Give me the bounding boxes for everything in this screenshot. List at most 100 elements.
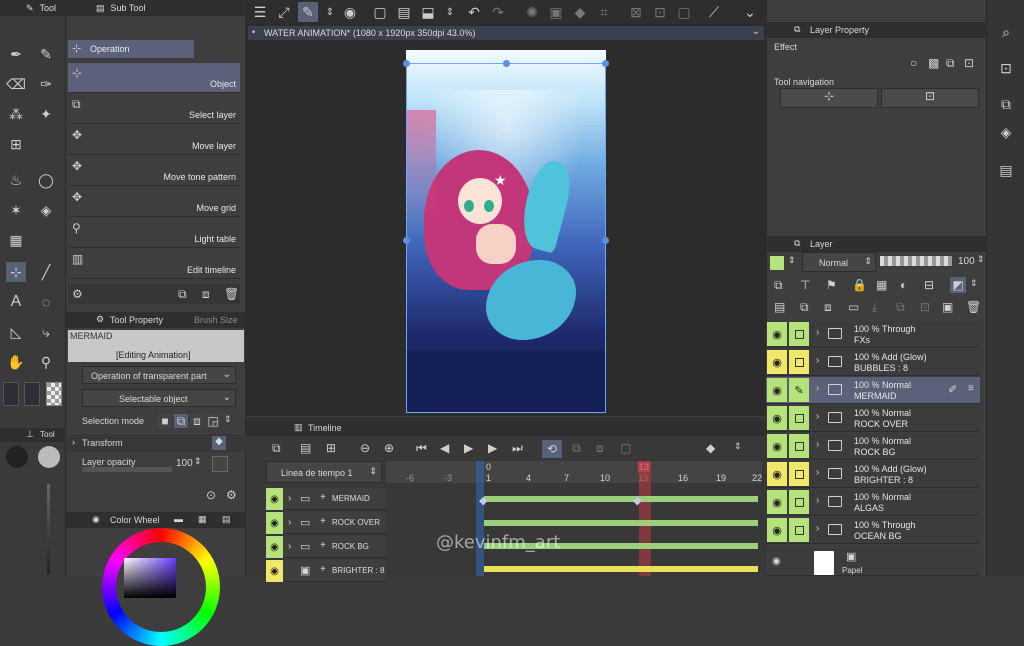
layer-check[interactable] [789, 350, 809, 374]
magic-wand-icon[interactable]: ✶ [6, 200, 26, 220]
mode-add-icon[interactable]: ⧉ [174, 414, 188, 428]
handle-top-right[interactable] [602, 60, 609, 67]
subtool-item-move-layer[interactable]: ✥ Move layer [68, 125, 240, 155]
timeline-name-dropdown[interactable]: Linea de tiempo 1 ⇕ [266, 461, 382, 483]
color-square[interactable] [124, 558, 176, 598]
eyedropper-icon[interactable]: ⚲ [36, 352, 56, 372]
layer-check[interactable] [789, 322, 809, 346]
blend-mode-dropdown[interactable]: Normal ⇕ [802, 252, 876, 272]
timeline-ruler[interactable]: -6 -3 0 1 4 7 10 13 13 16 19 22 [386, 461, 762, 483]
expand-arrow-icon[interactable]: › [816, 411, 819, 422]
timeline-row-rock-over[interactable]: ◉ › ▭ + ROCK OVER [266, 512, 386, 534]
layer-row-bubbles[interactable]: ◉ › 100 % Add (Glow) BUBBLES : 8 [766, 349, 980, 376]
brush-size-dot-small[interactable] [6, 446, 28, 468]
fill-bucket-icon[interactable]: ◈ [36, 200, 56, 220]
layer-property-icon[interactable]: ⧉ [996, 94, 1016, 114]
transfer-down-icon[interactable]: ⤓ [872, 300, 877, 315]
color-wheel[interactable] [102, 528, 220, 646]
frame-settings-icon[interactable]: ⊞ [326, 441, 336, 455]
eye-icon[interactable]: ◉ [767, 434, 787, 458]
transform-icon[interactable]: ⌗ [594, 2, 614, 22]
transparent-color-swatch[interactable] [46, 382, 62, 406]
canvas-tab[interactable]: • WATER ANIMATION* (1080 x 1920px 350dpi… [248, 26, 764, 40]
balloon-icon[interactable]: ◌ [36, 292, 56, 312]
expand-arrow-icon[interactable]: › [816, 495, 819, 506]
layer-check[interactable] [789, 434, 809, 458]
layer-opacity-bar[interactable] [880, 256, 952, 266]
decoration-icon[interactable]: ⁂ [6, 104, 26, 124]
line-icon[interactable]: ╱ [36, 262, 56, 282]
edit-timeline-icon[interactable]: ▤ [300, 441, 311, 455]
prev-frame-icon[interactable]: ◀ [440, 441, 449, 455]
lasso-icon[interactable]: ◯ [36, 170, 56, 190]
correct-line-icon[interactable]: ⤷ [36, 322, 56, 342]
reference-icon[interactable]: ⊤ [800, 278, 810, 292]
layer-row-paper[interactable]: ◉ ▣ Papel [766, 548, 980, 576]
blend-icon[interactable]: ♨ [6, 170, 26, 190]
undo-icon[interactable]: ↶ [464, 2, 484, 22]
duplicate-icon[interactable]: ⧈ [202, 287, 210, 302]
selection-show-icon[interactable]: ▢ [674, 2, 694, 22]
up-down-icon[interactable]: ⇕ [320, 2, 340, 22]
brush-size-tab[interactable]: Brush Size [194, 315, 238, 325]
eye-icon[interactable]: ◉ [767, 406, 787, 430]
layer-check[interactable] [789, 462, 809, 486]
layer-check[interactable] [789, 518, 809, 542]
ruler-layer-icon[interactable]: ⊟ [924, 278, 934, 292]
eye-icon[interactable]: ◉ [266, 512, 283, 534]
zoom-out-icon[interactable]: ⊖ [360, 441, 370, 455]
copy-icon[interactable]: ⧉ [178, 287, 187, 302]
mode-intersect-icon[interactable]: ◲ [206, 414, 220, 428]
eye-icon[interactable]: ◉ [767, 490, 787, 514]
marker-icon[interactable]: ✑ [36, 74, 56, 94]
tool-nav-button-1[interactable]: ⊹ [780, 88, 878, 108]
handle-top-left[interactable] [403, 60, 410, 67]
layer-opacity-stepper-icon[interactable]: ⇕ [977, 254, 985, 265]
timeline-row-brighter[interactable]: ◉ ▣ + BRIGHTER : 8 [266, 560, 386, 582]
lock-transparent-icon[interactable]: ▦ [876, 278, 887, 292]
layer-color-icon[interactable]: ⧉ [946, 56, 955, 71]
pencil-icon[interactable]: ✎ [36, 44, 56, 64]
delete-layer-icon[interactable]: 🗑 [966, 300, 981, 314]
brush-size-dot-large[interactable] [38, 446, 60, 468]
sparkle-icon[interactable]: ✦ [36, 104, 56, 124]
track-brighter[interactable] [484, 566, 758, 572]
ruler-tool-icon[interactable]: ◺ [6, 322, 26, 342]
expand-arrow-icon[interactable]: › [816, 467, 819, 478]
color-tab-icon-2[interactable]: ▦ [198, 514, 207, 525]
save-icon[interactable]: ⬓ [418, 2, 438, 22]
eye-icon[interactable]: ◉ [767, 462, 787, 486]
timeline-stepper-icon[interactable]: ⇕ [734, 441, 742, 452]
layer-row-rock-bg[interactable]: ◉ › 100 % Normal ROCK BG [766, 433, 980, 460]
layer-color-stepper-icon[interactable]: ⇕ [970, 278, 978, 289]
ruler-icon[interactable]: ⟋ [704, 2, 724, 22]
clip-icon[interactable]: ⧉ [774, 278, 783, 293]
main-color-swatch[interactable] [3, 382, 19, 406]
create-mask-icon[interactable]: ▣ [942, 300, 953, 314]
new-folder-icon[interactable]: ▭ [848, 300, 859, 314]
combine-icon[interactable]: ⧉ [896, 300, 905, 315]
border-effect-icon[interactable]: ○ [910, 56, 917, 70]
edit-icon[interactable]: ✎ [298, 2, 318, 22]
transform-row[interactable]: › Transform ◆ [66, 434, 246, 452]
eye-icon[interactable]: ◉ [767, 322, 787, 346]
sub-tool-category[interactable]: ⊹ Operation [68, 40, 194, 58]
expand-arrow-icon[interactable]: › [816, 327, 819, 338]
last-frame-icon[interactable]: ⏭ [512, 441, 523, 456]
eye-icon[interactable]: ◉ [266, 488, 283, 510]
keyframe-add-icon[interactable]: ⧈ [596, 441, 604, 456]
eye-view-icon[interactable]: ◉ [340, 2, 360, 22]
play-icon[interactable]: ▶ [464, 441, 473, 455]
layer-color-swatch[interactable] [770, 256, 784, 270]
material-icon[interactable]: ⊡ [996, 58, 1016, 78]
drag-handle-icon[interactable]: ≡ [968, 383, 974, 394]
layer-menu-icon[interactable]: ▤ [774, 300, 785, 314]
layer-row-brighter[interactable]: ◉ › 100 % Add (Glow) BRIGHTER : 8 [766, 461, 980, 488]
new-raster-icon[interactable]: ⧉ [800, 300, 809, 315]
subtool-item-object[interactable]: ⊹ Object [68, 63, 240, 93]
gradient-icon[interactable]: ▦ [6, 230, 26, 250]
subtool-item-edit-timeline[interactable]: ▥ Edit timeline [68, 249, 240, 279]
sub-color-swatch[interactable] [24, 382, 40, 406]
more-effect-icon[interactable]: ⊡ [964, 56, 974, 70]
eye-icon[interactable]: ◉ [767, 518, 787, 542]
